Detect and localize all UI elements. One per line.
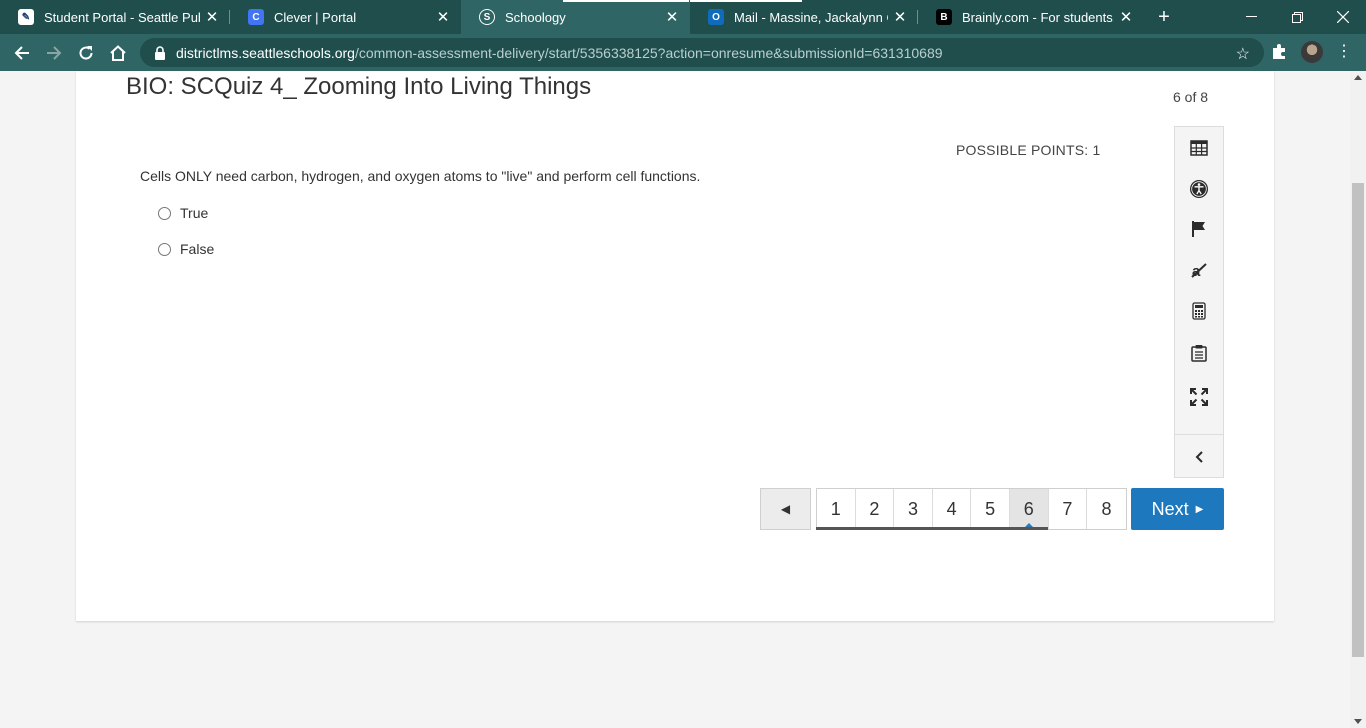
tab-title: Mail - Massine, Jackalynn C - B — [734, 9, 888, 25]
brainly-icon: B — [936, 9, 952, 25]
triangle-left-icon: ◀ — [780, 502, 791, 516]
calculator-icon[interactable] — [1175, 296, 1223, 326]
close-icon[interactable]: ✕ — [1114, 8, 1138, 26]
scroll-up-arrow-icon[interactable] — [1354, 75, 1362, 80]
extensions-puzzle-icon[interactable] — [1270, 43, 1288, 61]
accessibility-icon[interactable] — [1175, 174, 1223, 204]
tab-mail[interactable]: O Mail - Massine, Jackalynn C - B ✕ — [690, 0, 918, 34]
address-bar[interactable]: districtlms.seattleschools.org/common-as… — [140, 38, 1264, 67]
profile-avatar[interactable] — [1301, 41, 1323, 63]
tab-brainly[interactable]: B Brainly.com - For students. By ✕ — [918, 0, 1144, 34]
page-button-7[interactable]: 7 — [1048, 489, 1088, 529]
page-button-5[interactable]: 5 — [971, 489, 1010, 529]
next-button[interactable]: Next ▶ — [1131, 488, 1224, 530]
question-counter: 6 of 8 — [1173, 89, 1209, 105]
browser-toolbar: districtlms.seattleschools.org/common-as… — [0, 34, 1366, 71]
scroll-down-arrow-icon[interactable] — [1354, 719, 1362, 724]
arrow-left-icon — [14, 46, 29, 60]
close-icon[interactable]: ✕ — [888, 8, 912, 26]
tab-clever[interactable]: C Clever | Portal ✕ — [230, 0, 461, 34]
close-window-button[interactable] — [1320, 0, 1366, 34]
question-text: Cells ONLY need carbon, hydrogen, and ox… — [140, 168, 701, 184]
calendar-grid-icon[interactable] — [1175, 133, 1223, 163]
quiz-card: BIO: SCQuiz 4_ Zooming Into Living Thing… — [76, 71, 1274, 621]
url-domain: districtlms.seattleschools.org — [176, 44, 355, 61]
page-button-1[interactable]: 1 — [817, 489, 856, 529]
next-label: Next — [1151, 498, 1189, 519]
reload-icon — [79, 46, 93, 60]
url-path: /common-assessment-delivery/start/535633… — [354, 44, 943, 61]
question-pagination: 1 2 3 4 5 6 7 8 — [816, 488, 1127, 530]
new-tab-button[interactable]: + — [1152, 5, 1176, 29]
eliminate-icon[interactable]: a — [1175, 255, 1223, 285]
progress-line — [816, 527, 1048, 530]
option-false[interactable]: False — [158, 241, 214, 257]
home-button[interactable] — [104, 39, 132, 67]
url-text: districtlms.seattleschools.org/common-as… — [176, 45, 943, 61]
close-icon[interactable]: ✕ — [200, 8, 224, 26]
restore-button[interactable] — [1274, 0, 1320, 34]
page-button-6-current[interactable]: 6 — [1009, 489, 1049, 530]
radio-false[interactable] — [158, 242, 171, 256]
restore-icon — [1291, 11, 1303, 23]
page-button-4[interactable]: 4 — [932, 489, 972, 529]
scroll-thumb[interactable] — [1352, 183, 1364, 657]
minimize-button[interactable] — [1228, 0, 1274, 34]
possible-points: POSSIBLE POINTS: 1 — [956, 142, 1101, 158]
bookmark-star-icon[interactable]: ☆ — [1236, 44, 1250, 64]
flag-icon[interactable] — [1175, 214, 1223, 244]
reload-button[interactable] — [72, 39, 100, 67]
browser-tab-bar: ✎ Student Portal - Seattle Public ✕ C Cl… — [0, 0, 1366, 34]
page-button-2[interactable]: 2 — [855, 489, 895, 529]
tab-schoology[interactable]: S Schoology ✕ — [461, 0, 690, 34]
close-icon[interactable]: ✕ — [660, 8, 684, 26]
arrow-right-icon — [47, 46, 62, 60]
option-label: False — [180, 241, 215, 257]
tools-panel: a — [1174, 126, 1224, 478]
browser-menu-icon[interactable]: ⋮ — [1336, 42, 1352, 62]
page-viewport: BIO: SCQuiz 4_ Zooming Into Living Thing… — [0, 71, 1350, 728]
tab-title: Schoology — [505, 9, 566, 25]
home-icon — [110, 45, 126, 61]
page-title: BIO: SCQuiz 4_ Zooming Into Living Thing… — [126, 73, 592, 100]
schoology-icon: S — [479, 9, 495, 25]
close-icon — [1337, 11, 1349, 23]
tab-title: Clever | Portal — [274, 9, 357, 25]
collapse-chevron-icon[interactable] — [1175, 442, 1223, 472]
tab-student-portal[interactable]: ✎ Student Portal - Seattle Public ✕ — [0, 0, 230, 34]
radio-true[interactable] — [158, 206, 171, 220]
page-button-8[interactable]: 8 — [1087, 489, 1126, 529]
fullscreen-icon[interactable] — [1175, 382, 1223, 412]
lock-icon — [155, 45, 165, 60]
option-label: True — [180, 205, 209, 221]
back-button[interactable] — [8, 39, 36, 67]
seattle-schools-icon: ✎ — [18, 9, 34, 25]
tab-title: Brainly.com - For students. By — [962, 9, 1114, 25]
tab-title: Student Portal - Seattle Public — [44, 9, 200, 25]
notepad-icon[interactable] — [1175, 338, 1223, 368]
minimize-icon — [1245, 16, 1257, 17]
previous-button[interactable]: ◀ — [760, 488, 811, 530]
close-icon[interactable]: ✕ — [431, 8, 455, 26]
forward-button[interactable] — [40, 39, 68, 67]
clever-icon: C — [248, 9, 264, 25]
triangle-right-icon: ▶ — [1195, 503, 1204, 515]
outlook-icon: O — [708, 9, 724, 25]
page-button-3[interactable]: 3 — [894, 489, 933, 529]
vertical-scrollbar[interactable] — [1350, 71, 1366, 728]
option-true[interactable]: True — [158, 205, 208, 221]
